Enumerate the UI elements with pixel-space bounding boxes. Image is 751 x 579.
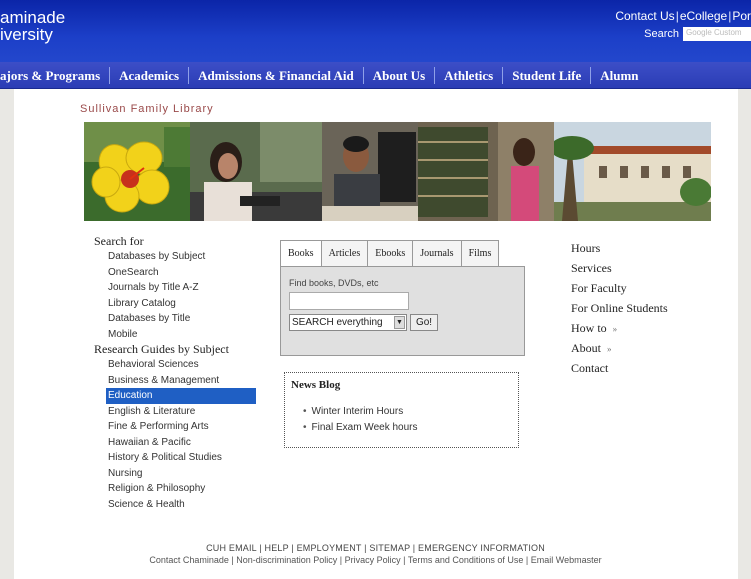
search-label: Search [644, 28, 679, 40]
link-databases-by-title[interactable]: Databases by Title [94, 311, 264, 327]
nav-admissions[interactable]: Admissions & Financial Aid [189, 66, 364, 84]
link-journals-by-title[interactable]: Journals by Title A-Z [94, 280, 264, 296]
dropdown-arrow-icon: ▼ [394, 316, 405, 329]
guide-business-management[interactable]: Business & Management [94, 373, 264, 389]
news-blog: News Blog Winter Interim Hours Final Exa… [284, 372, 519, 448]
go-button[interactable]: Go! [410, 314, 438, 331]
search-tabs: Books Articles Ebooks Journals Films [280, 240, 500, 266]
link-databases-by-subject[interactable]: Databases by Subject [94, 249, 264, 265]
nav-alumni[interactable]: Alumn [591, 67, 647, 84]
news-blog-title[interactable]: News Blog [291, 379, 340, 391]
link-library-catalog[interactable]: Library Catalog [94, 296, 264, 312]
search-for-heading: Search for [94, 234, 144, 248]
left-sidebar: Search for Databases by Subject OneSearc… [94, 234, 264, 512]
find-books-label: Find books, DVDs, etc [289, 278, 379, 288]
guide-behavioral-sciences[interactable]: Behavioral Sciences [94, 357, 264, 373]
guide-fine-performing-arts[interactable]: Fine & Performing Arts [94, 419, 264, 435]
link-for-online-students[interactable]: For Online Students [571, 298, 711, 318]
nav-majors-programs[interactable]: ajors & Programs [0, 66, 111, 84]
link-services[interactable]: Services [571, 258, 711, 278]
main-nav: ajors & Programs Academics Admissions & … [0, 62, 751, 89]
news-list: Winter Interim Hours Final Exam Week hou… [303, 404, 418, 436]
footer-links-secondary[interactable]: Contact Chaminade | Non-discrimination P… [0, 555, 751, 565]
guide-history-political[interactable]: History & Political Studies [94, 450, 264, 466]
student-phone-photo [190, 122, 322, 221]
news-item-winter-interim[interactable]: Winter Interim Hours [303, 404, 417, 420]
guide-hawaiian-pacific[interactable]: Hawaiian & Pacific [94, 435, 264, 451]
site-search-input[interactable]: Google Custom [683, 27, 751, 41]
news-item-final-exam[interactable]: Final Exam Week hours [303, 420, 418, 436]
university-logo[interactable]: aminade iversity [0, 9, 65, 43]
site-search: Search Google Custom [644, 27, 751, 41]
link-onesearch[interactable]: OneSearch [94, 265, 264, 281]
research-guides-heading: Research Guides by Subject [94, 342, 229, 356]
about-label: About [571, 341, 601, 355]
tab-books[interactable]: Books [280, 240, 322, 266]
nav-athletics[interactable]: Athletics [435, 66, 504, 84]
site-header: aminade iversity Contact Us|eCollege|Por… [0, 0, 751, 62]
guide-science-health[interactable]: Science & Health [94, 497, 264, 513]
campus-building-photo [554, 122, 711, 221]
guide-english-literature[interactable]: English & Literature [94, 404, 264, 420]
tab-ebooks[interactable]: Ebooks [367, 240, 414, 266]
ecollege-link[interactable]: eCollege [680, 9, 727, 23]
menu-about[interactable]: About » [571, 338, 711, 358]
footer-links-primary[interactable]: CUH EMAIL | HELP | EMPLOYMENT | SITEMAP … [0, 543, 751, 553]
top-links: Contact Us|eCollege|Por [615, 9, 751, 23]
nav-academics[interactable]: Academics [110, 66, 190, 84]
nav-about-us[interactable]: About Us [364, 66, 436, 84]
link-mobile[interactable]: Mobile [94, 327, 264, 343]
menu-how-to[interactable]: How to » [571, 318, 711, 338]
expand-icon: » [612, 324, 618, 334]
right-sidebar: Hours Services For Faculty For Online St… [571, 238, 711, 378]
student-computer-photo [322, 122, 418, 221]
library-stacks-photo [418, 122, 554, 221]
library-title[interactable]: Sullivan Family Library [80, 103, 214, 115]
logo-line-1: aminade [0, 8, 66, 27]
books-tab-panel: Find books, DVDs, etc SEARCH everything … [280, 266, 525, 356]
link-hours[interactable]: Hours [571, 238, 711, 258]
link-contact[interactable]: Contact [571, 358, 711, 378]
guide-nursing[interactable]: Nursing [94, 466, 264, 482]
tab-journals[interactable]: Journals [412, 240, 462, 266]
guide-religion-philosophy[interactable]: Religion & Philosophy [94, 481, 264, 497]
link-for-faculty[interactable]: For Faculty [571, 278, 711, 298]
catalog-search-input[interactable] [289, 292, 409, 310]
library-search-widget: Books Articles Ebooks Journals Films Fin… [280, 240, 525, 356]
contact-us-link[interactable]: Contact Us [615, 9, 674, 23]
logo-line-2: iversity [0, 25, 53, 44]
hibiscus-photo [84, 122, 190, 221]
search-scope-value: SEARCH everything [292, 317, 383, 328]
tab-films[interactable]: Films [460, 240, 500, 266]
search-scope-select[interactable]: SEARCH everything ▼ [289, 314, 407, 331]
how-to-label: How to [571, 321, 607, 335]
guide-education[interactable]: Education [106, 388, 256, 404]
nav-student-life[interactable]: Student Life [503, 66, 592, 84]
portal-link[interactable]: Por [732, 9, 751, 23]
tab-articles[interactable]: Articles [320, 240, 369, 266]
banner-photos [84, 122, 711, 221]
expand-icon: » [607, 344, 612, 354]
